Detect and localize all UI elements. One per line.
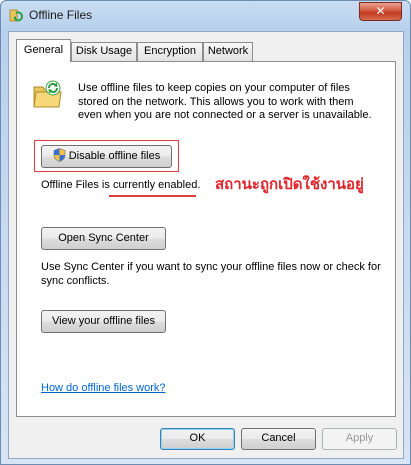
offline-files-window: Offline Files ✕ General Disk Usage Encry… bbox=[0, 0, 411, 465]
uac-shield-icon bbox=[53, 148, 66, 162]
apply-button: Apply bbox=[322, 428, 397, 450]
sync-description: Use Sync Center if you want to sync your… bbox=[41, 261, 381, 287]
open-sync-center-label: Open Sync Center bbox=[58, 232, 149, 244]
tab-label: Disk Usage bbox=[75, 45, 133, 57]
intro-text: Use offline files to keep copies on your… bbox=[78, 82, 372, 121]
tab-label: Network bbox=[207, 45, 249, 57]
annotation-label: สถานะถูกเปิดใช้งานอยู่ bbox=[215, 175, 364, 193]
tab-label: Encryption bbox=[144, 45, 196, 57]
status-line: Offline Files is currently enabled. bbox=[41, 179, 200, 191]
ok-label: OK bbox=[189, 432, 206, 444]
general-tab-panel: Use offline files to keep copies on your… bbox=[16, 61, 396, 417]
disable-offline-files-label: Disable offline files bbox=[68, 150, 161, 162]
help-link[interactable]: How do offline files work? bbox=[41, 382, 166, 394]
status-suffix: . bbox=[197, 179, 201, 191]
tab-encryption[interactable]: Encryption bbox=[137, 42, 203, 61]
close-icon: ✕ bbox=[375, 4, 386, 18]
view-offline-files-label: View your offline files bbox=[52, 315, 155, 327]
open-sync-center-button[interactable]: Open Sync Center bbox=[41, 227, 166, 250]
ok-button[interactable]: OK bbox=[160, 428, 235, 450]
offline-files-icon bbox=[8, 7, 24, 23]
window-title: Offline Files bbox=[29, 8, 93, 22]
annotation-underline bbox=[109, 195, 196, 197]
status-value: currently enabled bbox=[112, 179, 198, 191]
apply-label: Apply bbox=[345, 432, 374, 444]
disable-offline-files-button[interactable]: Disable offline files bbox=[41, 145, 172, 168]
close-button[interactable]: ✕ bbox=[359, 2, 402, 21]
title-bar[interactable]: Offline Files ✕ bbox=[1, 1, 410, 31]
cancel-label: Cancel bbox=[261, 432, 296, 444]
tab-network[interactable]: Network bbox=[203, 42, 253, 61]
view-offline-files-button[interactable]: View your offline files bbox=[41, 310, 166, 333]
dialog-body: General Disk Usage Encryption Network Us… bbox=[8, 31, 404, 459]
cancel-button[interactable]: Cancel bbox=[241, 428, 316, 450]
status-prefix: Offline Files is bbox=[41, 179, 113, 191]
tab-general[interactable]: General bbox=[16, 39, 71, 62]
tab-disk-usage[interactable]: Disk Usage bbox=[71, 42, 137, 61]
sync-folder-icon bbox=[32, 79, 64, 111]
tab-label: General bbox=[23, 44, 64, 56]
